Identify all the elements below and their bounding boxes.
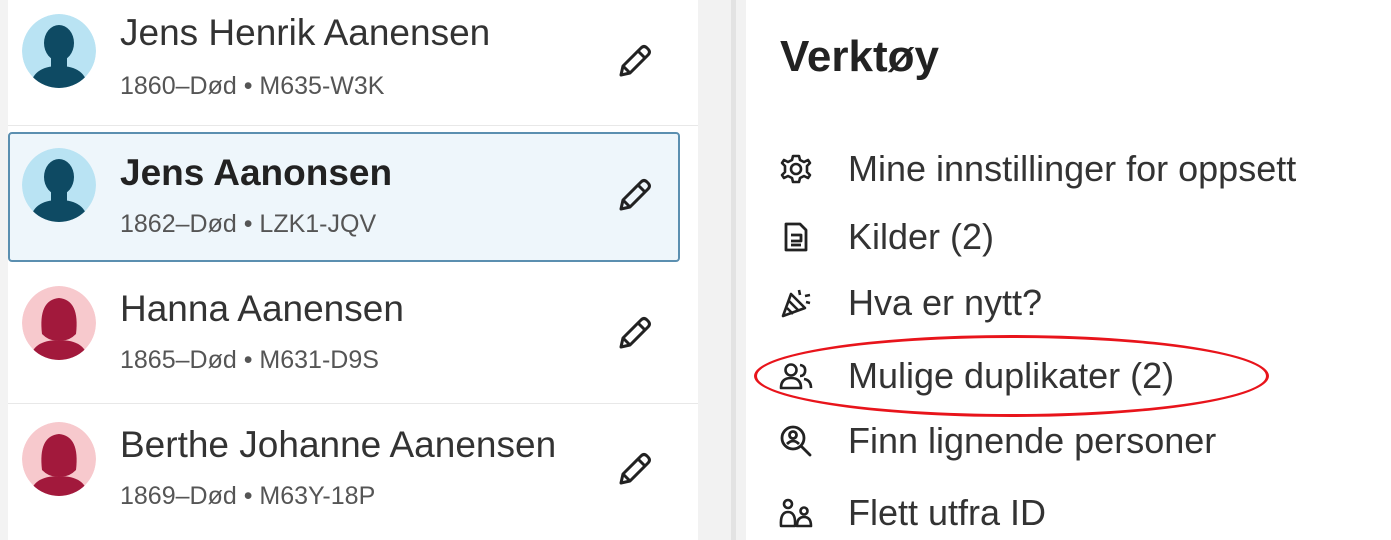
person-dates: 1860–Død xyxy=(120,72,237,100)
tool-possible-duplicates[interactable]: Mulige duplikater (2) xyxy=(778,351,1174,401)
person-id: LZK1-JQV xyxy=(259,210,377,238)
person-card[interactable]: Jens Henrik Aanensen 1860–Død • M635-W3K xyxy=(8,0,680,126)
edit-person-button[interactable] xyxy=(612,40,656,84)
tool-find-similar[interactable]: Finn lignende personer xyxy=(778,416,1216,466)
person-name[interactable]: Berthe Johanne Aanensen xyxy=(120,424,556,466)
person-dates: 1865–Død xyxy=(120,346,237,374)
tool-label: Hva er nytt? xyxy=(848,282,1043,323)
person-search-icon xyxy=(778,423,814,459)
tool-label: Flett utfra ID xyxy=(848,492,1047,533)
meta-separator: • xyxy=(243,482,253,510)
person-card[interactable]: Hanna Aanensen 1865–Død • M631-D9S xyxy=(8,268,680,398)
meta-separator: • xyxy=(243,72,253,100)
person-name[interactable]: Jens Henrik Aanensen xyxy=(120,12,490,54)
tool-label: Mulige duplikater (2) xyxy=(848,355,1175,396)
person-name[interactable]: Jens Aanonsen xyxy=(120,152,392,194)
edit-person-button[interactable] xyxy=(612,312,656,356)
person-id: M631-D9S xyxy=(259,346,379,374)
person-id: M63Y-18P xyxy=(259,482,376,510)
meta-separator: • xyxy=(243,346,253,374)
pencil-icon xyxy=(619,317,651,349)
panel-gap xyxy=(698,0,746,540)
party-icon xyxy=(778,285,814,321)
tool-merge-by-id[interactable]: Flett utfra ID xyxy=(778,488,1046,538)
pencil-icon xyxy=(619,179,651,211)
person-dates: 1869–Død xyxy=(120,482,237,510)
panel-divider xyxy=(731,0,736,540)
edit-person-button[interactable] xyxy=(612,174,656,218)
edit-person-button[interactable] xyxy=(612,448,656,492)
tool-label: Finn lignende personer xyxy=(848,420,1217,461)
pencil-icon xyxy=(619,453,651,485)
person-meta: 1865–Død • M631-D9S xyxy=(120,346,379,375)
male-avatar xyxy=(22,14,96,88)
tools-title: Verktøy xyxy=(780,32,939,81)
tool-whats-new[interactable]: Hva er nytt? xyxy=(778,278,1042,328)
merge-persons-icon xyxy=(778,495,814,531)
meta-separator: • xyxy=(243,210,253,238)
card-divider xyxy=(8,125,698,126)
person-card-selected[interactable]: Jens Aanonsen 1862–Død • LZK1-JQV xyxy=(8,132,680,262)
tool-label: Kilder (2) xyxy=(848,216,995,257)
pencil-icon xyxy=(619,45,651,77)
male-avatar xyxy=(22,148,96,222)
person-card[interactable]: Berthe Johanne Aanensen 1869–Død • M63Y-… xyxy=(8,404,680,534)
source-icon xyxy=(778,219,814,255)
person-meta: 1862–Død • LZK1-JQV xyxy=(120,210,376,239)
person-id: M635-W3K xyxy=(259,72,385,100)
gear-icon xyxy=(778,151,814,187)
person-name[interactable]: Hanna Aanensen xyxy=(120,288,404,330)
tool-layout-settings[interactable]: Mine innstillinger for oppsett xyxy=(778,144,1296,194)
person-meta: 1869–Død • M63Y-18P xyxy=(120,482,375,511)
people-icon xyxy=(778,358,814,394)
left-edge-strip xyxy=(0,0,8,540)
person-dates: 1862–Død xyxy=(120,210,237,238)
female-avatar xyxy=(22,286,96,360)
female-avatar xyxy=(22,422,96,496)
tool-sources[interactable]: Kilder (2) xyxy=(778,212,994,262)
tool-label: Mine innstillinger for oppsett xyxy=(848,148,1297,189)
person-meta: 1860–Død • M635-W3K xyxy=(120,72,384,101)
